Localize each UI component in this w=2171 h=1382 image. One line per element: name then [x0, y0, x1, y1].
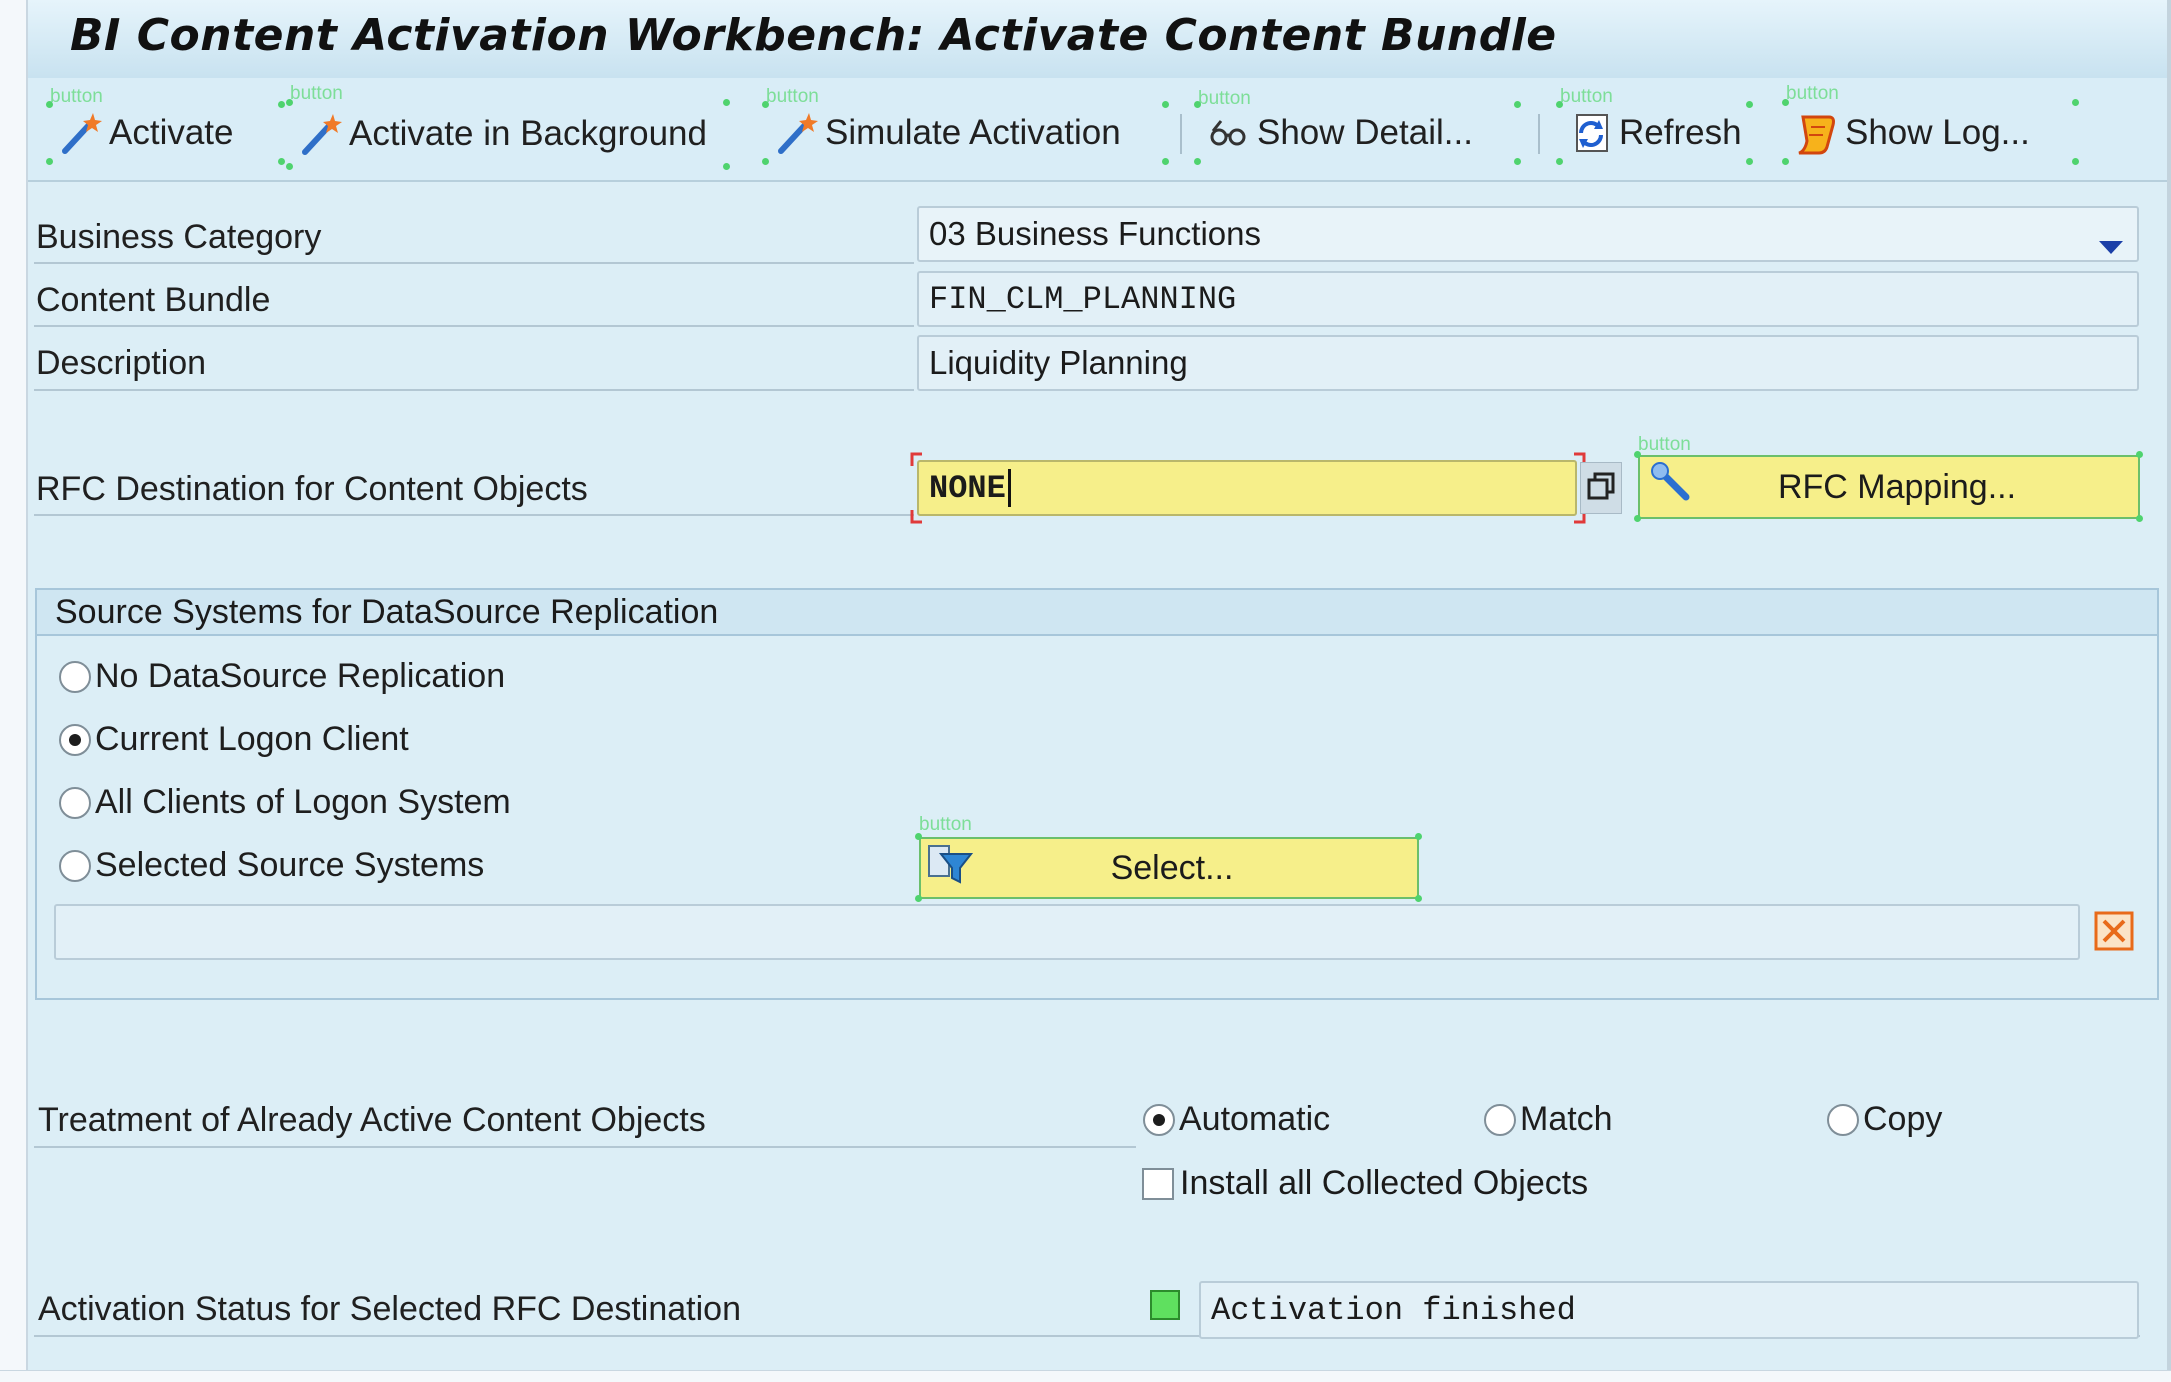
selected-source-systems-field[interactable]	[54, 904, 2080, 960]
row-divider	[34, 514, 914, 516]
wrench-icon	[1648, 461, 1696, 514]
toolbar-separator	[1538, 114, 1540, 154]
activation-status-value: Activation finished	[1211, 1291, 1576, 1329]
magic-wand-icon	[775, 111, 819, 155]
value-help-button[interactable]	[1580, 462, 1622, 514]
radio-all-clients-logon-system[interactable]: All Clients of Logon System	[59, 783, 511, 822]
radio-label: Match	[1520, 1100, 1613, 1138]
status-indicator-icon	[1150, 1290, 1180, 1320]
window-frame-bottom	[0, 1370, 2171, 1382]
description-field: Liquidity Planning	[917, 335, 2139, 391]
activation-status-field: Activation finished	[1199, 1281, 2139, 1339]
window-frame-left	[0, 0, 28, 1381]
show-log-button[interactable]: Show Log...	[1786, 104, 2076, 162]
rfc-destination-label: RFC Destination for Content Objects	[36, 470, 588, 508]
row-divider	[34, 1146, 1136, 1148]
radio-label: No DataSource Replication	[95, 657, 506, 695]
page-title: BI Content Activation Workbench: Activat…	[70, 10, 1557, 61]
content-bundle-value: FIN_CLM_PLANNING	[929, 280, 1237, 318]
scroll-log-icon	[1795, 111, 1839, 155]
business-category-value: 03 Business Functions	[929, 215, 1262, 252]
window-frame-right	[2167, 0, 2171, 1381]
install-all-collected-objects-checkbox[interactable]: Install all Collected Objects	[1142, 1164, 1588, 1203]
show-detail-button[interactable]: Show Detail...	[1198, 104, 1518, 162]
refresh-label: Refresh	[1619, 113, 1742, 152]
overlay-tag: button	[1786, 83, 1839, 104]
activate-in-background-label: Activate in Background	[349, 114, 707, 153]
activate-button[interactable]: Activate	[50, 104, 283, 162]
source-systems-title: Source Systems for DataSource Replicatio…	[37, 590, 2157, 636]
row-divider	[34, 389, 914, 391]
magic-wand-icon	[59, 111, 103, 155]
chevron-down-icon[interactable]	[2097, 226, 2125, 264]
select-source-systems-button[interactable]: Select...	[919, 837, 1419, 899]
radio-match[interactable]: Match	[1484, 1100, 1613, 1139]
radio-label: Selected Source Systems	[95, 846, 485, 884]
title-bar: BI Content Activation Workbench: Activat…	[28, 0, 2167, 79]
magic-wand-icon	[299, 112, 343, 156]
glasses-icon	[1207, 111, 1251, 155]
content-bundle-label: Content Bundle	[36, 281, 271, 319]
radio-label: Current Logon Client	[95, 720, 409, 758]
checkbox-label: Install all Collected Objects	[1180, 1164, 1589, 1202]
radio-label: All Clients of Logon System	[95, 783, 511, 821]
row-divider	[34, 325, 914, 327]
simulate-activation-button[interactable]: Simulate Activation	[766, 104, 1166, 162]
copy-icon	[1587, 472, 1615, 500]
select-label: Select...	[1110, 848, 1234, 887]
content-bundle-field: FIN_CLM_PLANNING	[917, 271, 2139, 327]
business-category-dropdown[interactable]: 03 Business Functions	[917, 206, 2139, 262]
activation-status-label: Activation Status for Selected RFC Desti…	[38, 1290, 741, 1328]
radio-selected-source-systems[interactable]: Selected Source Systems	[59, 846, 484, 885]
radio-copy[interactable]: Copy	[1827, 1100, 1942, 1139]
overlay-tag: button	[1638, 434, 1691, 455]
simulate-activation-label: Simulate Activation	[825, 113, 1121, 152]
focus-brackets	[910, 452, 1586, 524]
description-value: Liquidity Planning	[929, 344, 1188, 381]
rfc-mapping-label: RFC Mapping...	[1777, 467, 2017, 506]
source-systems-group: Source Systems for DataSource Replicatio…	[35, 588, 2159, 1000]
refresh-icon	[1569, 111, 1613, 155]
radio-label: Copy	[1863, 1100, 1943, 1138]
business-category-label: Business Category	[36, 218, 322, 256]
show-detail-label: Show Detail...	[1257, 113, 1473, 152]
activate-in-background-button[interactable]: Activate in Background	[290, 102, 728, 166]
rfc-mapping-button[interactable]: RFC Mapping...	[1638, 455, 2140, 519]
activate-label: Activate	[109, 113, 234, 152]
show-log-label: Show Log...	[1845, 113, 2030, 152]
radio-automatic[interactable]: Automatic	[1143, 1100, 1330, 1139]
filter-icon	[927, 842, 974, 895]
clear-selection-icon[interactable]	[2093, 910, 2135, 957]
application-toolbar: button Activate button Activate in Backg…	[28, 78, 2167, 182]
row-divider	[34, 262, 914, 264]
radio-current-logon-client[interactable]: Current Logon Client	[59, 720, 409, 759]
description-label: Description	[36, 344, 207, 382]
radio-label: Automatic	[1179, 1100, 1331, 1138]
treatment-label: Treatment of Already Active Content Obje…	[38, 1101, 706, 1139]
overlay-tag: button	[919, 814, 972, 835]
radio-no-datasource-replication[interactable]: No DataSource Replication	[59, 657, 505, 696]
toolbar-separator	[1180, 114, 1182, 154]
refresh-button[interactable]: Refresh	[1560, 104, 1750, 162]
